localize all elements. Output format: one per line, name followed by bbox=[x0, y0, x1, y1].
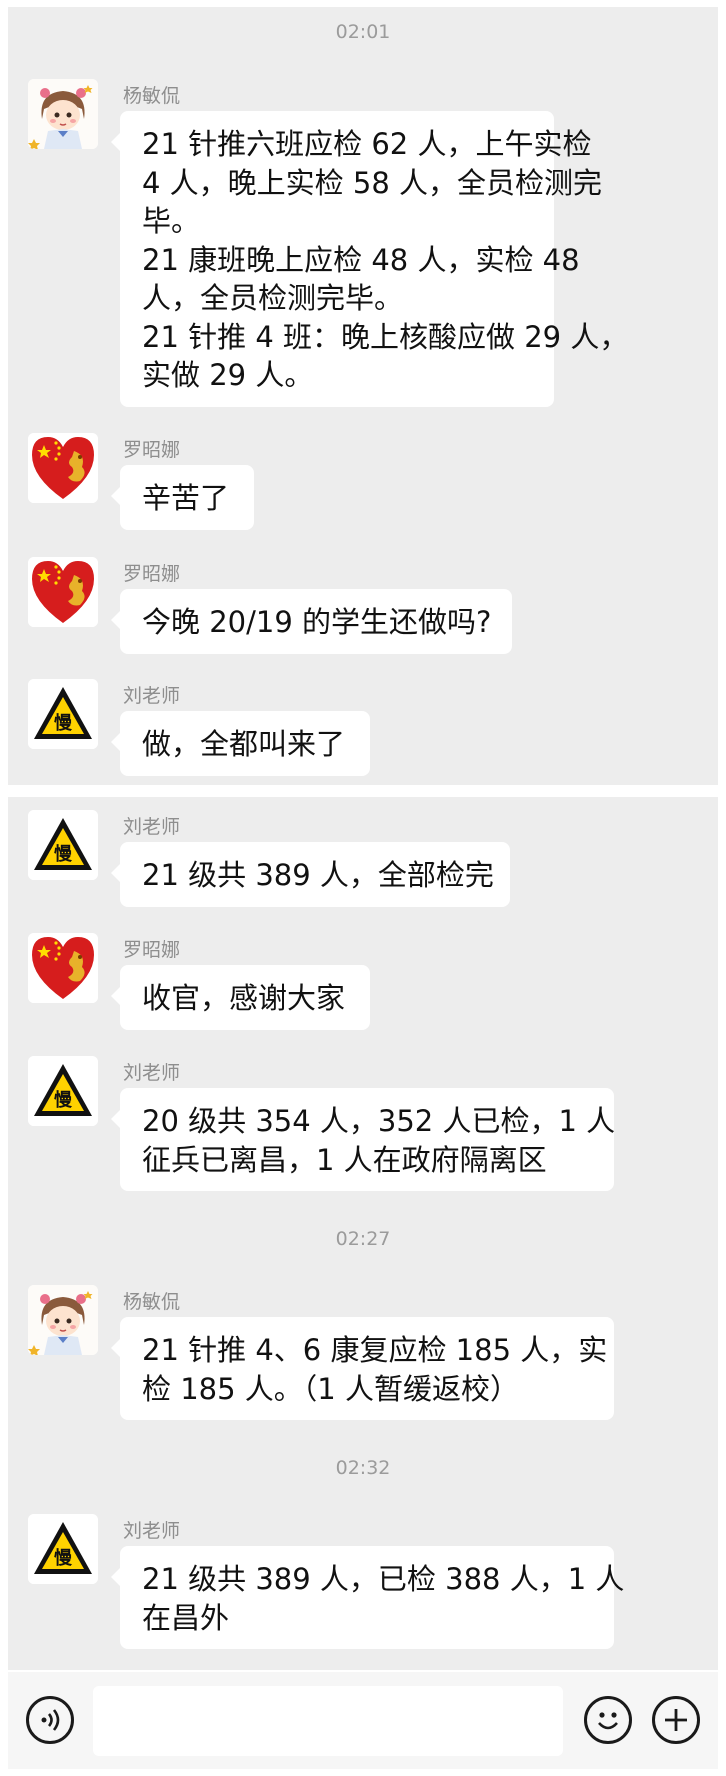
message-line: 21 针推 4 班：晚上核酸应做 29 人， bbox=[142, 319, 629, 354]
message-input[interactable] bbox=[93, 1686, 563, 1756]
slow-sign-avatar[interactable]: 慢 bbox=[28, 679, 98, 749]
chat-input-bar bbox=[8, 1672, 718, 1769]
slow-sign-text: 慢 bbox=[54, 1547, 73, 1569]
cartoon-girl-avatar[interactable] bbox=[28, 79, 98, 149]
slow-sign-avatar[interactable]: 慢 bbox=[28, 810, 98, 880]
slow-sign-avatar[interactable]: 慢 bbox=[28, 1514, 98, 1584]
chat-panel-bottom: 慢 刘老师 21 级共 389 人，全部检完 罗昭娜 收官，感谢大家 慢 刘老师… bbox=[8, 797, 718, 1670]
sender-name: 刘老师 bbox=[123, 685, 181, 707]
message-line: 做，全都叫来了 bbox=[142, 727, 346, 761]
message-line: 检 185 人。（1 人暂缓返校） bbox=[142, 1371, 519, 1406]
message-line: 征兵已离昌，1 人在政府隔离区 bbox=[142, 1142, 547, 1177]
timestamp: 02:01 bbox=[335, 21, 391, 43]
timestamp: 02:27 bbox=[335, 1228, 391, 1250]
message-bubble[interactable]: 辛苦了 bbox=[111, 465, 254, 530]
sender-name: 刘老师 bbox=[123, 1520, 181, 1542]
sender-name: 罗昭娜 bbox=[123, 939, 181, 961]
sender-name: 杨敏侃 bbox=[123, 1291, 181, 1313]
message-bubble[interactable]: 21 针推 4、6 康复应检 185 人，实 检 185 人。（1 人暂缓返校） bbox=[111, 1317, 614, 1420]
sender-name: 杨敏侃 bbox=[123, 85, 181, 107]
message-line: 人，全员检测完毕。 bbox=[142, 281, 404, 315]
message-line: 实做 29 人。 bbox=[142, 358, 314, 392]
sender-name: 刘老师 bbox=[123, 816, 181, 838]
message-line: 今晚 20/19 的学生还做吗? bbox=[142, 605, 492, 639]
message-bubble[interactable]: 21 针推六班应检 62 人，上午实检 4 人，晚上实检 58 人，全员检测完 … bbox=[111, 111, 629, 407]
message-line: 21 康班晚上应检 48 人，实检 48 bbox=[142, 242, 580, 277]
message-bubble[interactable]: 20 级共 354 人，352 人已检，1 人 征兵已离昌，1 人在政府隔离区 bbox=[111, 1088, 616, 1191]
slow-sign-avatar[interactable]: 慢 bbox=[28, 1056, 98, 1126]
message-line: 20 级共 354 人，352 人已检，1 人 bbox=[142, 1104, 616, 1138]
plus-icon[interactable] bbox=[652, 1696, 700, 1744]
cartoon-girl-avatar[interactable] bbox=[28, 1285, 98, 1355]
emoji-icon[interactable] bbox=[584, 1696, 632, 1744]
message-bubble[interactable]: 今晚 20/19 的学生还做吗? bbox=[111, 589, 512, 654]
timestamp: 02:32 bbox=[335, 1457, 391, 1479]
message-line: 21 针推六班应检 62 人，上午实检 bbox=[142, 127, 592, 161]
message-line: 在昌外 bbox=[142, 1600, 230, 1635]
chat-panel-top: 02:01 杨敏侃 21 针推六班应检 62 人，上午实检 4 人，晚上实检 5… bbox=[8, 7, 718, 785]
message-line: 收官，感谢大家 bbox=[142, 981, 346, 1015]
message-line: 21 级共 389 人，已检 388 人，1 人 bbox=[142, 1562, 625, 1596]
sender-name: 罗昭娜 bbox=[123, 563, 181, 585]
message-bubble[interactable]: 21 级共 389 人，全部检完 bbox=[111, 842, 510, 907]
slow-sign-text: 慢 bbox=[54, 712, 73, 734]
flag-heart-avatar[interactable] bbox=[28, 557, 98, 627]
slow-sign-text: 慢 bbox=[54, 843, 73, 865]
message-line: 辛苦了 bbox=[142, 481, 230, 515]
message-line: 21 针推 4、6 康复应检 185 人，实 bbox=[142, 1333, 608, 1367]
voice-icon[interactable] bbox=[26, 1696, 74, 1744]
flag-heart-avatar[interactable] bbox=[28, 933, 98, 1003]
sender-name: 罗昭娜 bbox=[123, 439, 181, 461]
message-line: 毕。 bbox=[142, 204, 201, 238]
message-bubble[interactable]: 收官，感谢大家 bbox=[111, 965, 370, 1030]
message-bubble[interactable]: 21 级共 389 人，已检 388 人，1 人 在昌外 bbox=[111, 1546, 625, 1649]
message-line: 21 级共 389 人，全部检完 bbox=[142, 858, 494, 892]
flag-heart-avatar[interactable] bbox=[28, 433, 98, 503]
message-bubble[interactable]: 做，全都叫来了 bbox=[111, 711, 370, 776]
slow-sign-text: 慢 bbox=[54, 1089, 73, 1111]
message-line: 4 人，晚上实检 58 人，全员检测完 bbox=[142, 165, 603, 200]
sender-name: 刘老师 bbox=[123, 1062, 181, 1084]
